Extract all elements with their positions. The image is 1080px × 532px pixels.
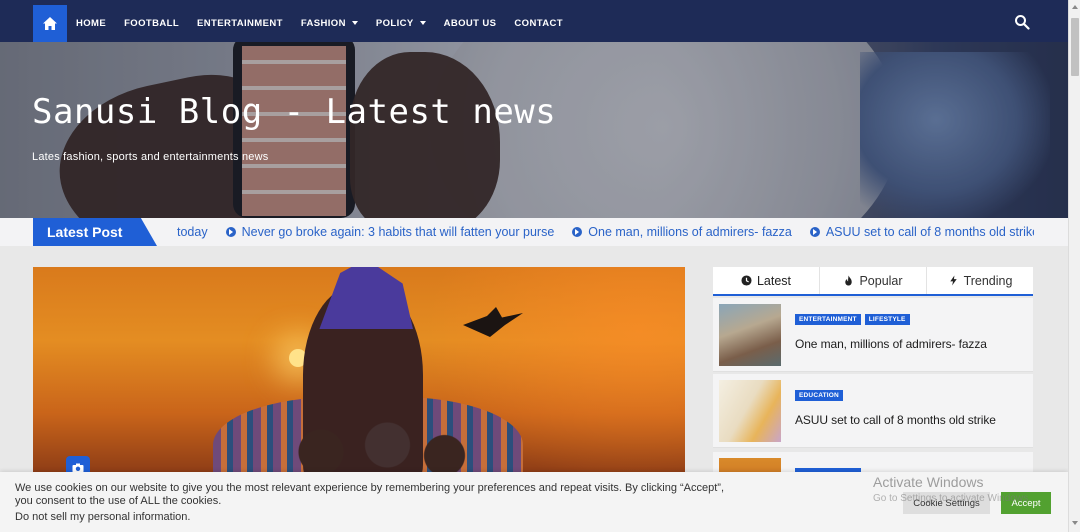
- sidebar-tabs-widget: Latest Popular Trending ENTERTAINMENT LI…: [713, 267, 1033, 526]
- tab-latest[interactable]: Latest: [713, 267, 820, 294]
- activate-windows-watermark: Activate Windows: [873, 474, 984, 490]
- nav-entertainment[interactable]: ENTERTAINMENT: [197, 18, 283, 29]
- home-button[interactable]: [33, 5, 67, 42]
- nav-fashion[interactable]: FASHION: [301, 18, 358, 29]
- main-nav: HOME FOOTBALL ENTERTAINMENT FASHION POLI…: [76, 2, 581, 44]
- featured-post-image[interactable]: [33, 267, 685, 477]
- ticker-item[interactable]: today: [177, 225, 208, 239]
- ticker-track: today Never go broke again: 3 habits tha…: [177, 218, 1034, 246]
- page-scrollbar[interactable]: [1068, 0, 1080, 532]
- list-item[interactable]: ENTERTAINMENT LIFESTYLE One man, million…: [713, 298, 1033, 372]
- tab-bar: Latest Popular Trending: [713, 267, 1033, 296]
- site-tagline: Lates fashion, sports and entertainments…: [32, 151, 269, 163]
- top-navbar: HOME FOOTBALL ENTERTAINMENT FASHION POLI…: [0, 0, 1068, 42]
- scroll-down-icon[interactable]: [1072, 521, 1078, 525]
- post-categories: ENTERTAINMENT LIFESTYLE: [795, 314, 910, 325]
- nav-football[interactable]: FOOTBALL: [124, 18, 179, 29]
- nav-about-us[interactable]: ABOUT US: [444, 18, 497, 29]
- site-title[interactable]: Sanusi Blog - Latest news: [32, 92, 556, 132]
- nav-contact[interactable]: CONTACT: [514, 18, 563, 29]
- scroll-up-icon[interactable]: [1072, 5, 1078, 9]
- hero-banner: Sanusi Blog - Latest news Lates fashion,…: [0, 42, 1068, 218]
- activate-windows-hint: Go to Settings to activate Windows.: [873, 493, 1031, 504]
- post-thumbnail[interactable]: [719, 380, 781, 442]
- ticker-label: Latest Post: [33, 218, 157, 246]
- arrow-circle-icon: [572, 227, 583, 237]
- post-categories: EDUCATION: [795, 390, 843, 401]
- chevron-down-icon: [351, 21, 358, 25]
- latest-post-ticker: Latest Post today Never go broke again: …: [0, 218, 1068, 246]
- ticker-item[interactable]: One man, millions of admirers- fazza: [572, 225, 792, 239]
- search-icon[interactable]: [1014, 14, 1030, 30]
- category-badge[interactable]: ENTERTAINMENT: [795, 314, 861, 325]
- cookie-message: We use cookies on our website to give yo…: [15, 482, 725, 507]
- arrow-circle-icon: [809, 227, 820, 237]
- home-icon: [43, 17, 57, 30]
- ticker-item[interactable]: Never go broke again: 3 habits that will…: [225, 225, 554, 239]
- ticker-item[interactable]: ASUU set to call of 8 months old strike: [809, 225, 1034, 239]
- scroll-thumb[interactable]: [1071, 18, 1079, 76]
- arrow-circle-icon: [225, 227, 236, 237]
- nav-home[interactable]: HOME: [76, 18, 106, 29]
- bolt-icon: [949, 275, 957, 286]
- chevron-down-icon: [419, 21, 426, 25]
- tab-popular[interactable]: Popular: [820, 267, 927, 294]
- tab-trending[interactable]: Trending: [927, 267, 1033, 294]
- category-badge[interactable]: LIFESTYLE: [864, 314, 910, 325]
- clock-icon: [741, 275, 752, 286]
- fire-icon: [845, 275, 853, 286]
- post-title[interactable]: One man, millions of admirers- fazza: [795, 337, 987, 351]
- nav-policy[interactable]: POLICY: [376, 18, 426, 29]
- list-item[interactable]: EDUCATION ASUU set to call of 8 months o…: [713, 374, 1033, 448]
- category-badge[interactable]: EDUCATION: [795, 390, 843, 401]
- do-not-sell-link[interactable]: Do not sell my personal information.: [15, 511, 190, 523]
- post-title[interactable]: ASUU set to call of 8 months old strike: [795, 413, 996, 427]
- post-thumbnail[interactable]: [719, 304, 781, 366]
